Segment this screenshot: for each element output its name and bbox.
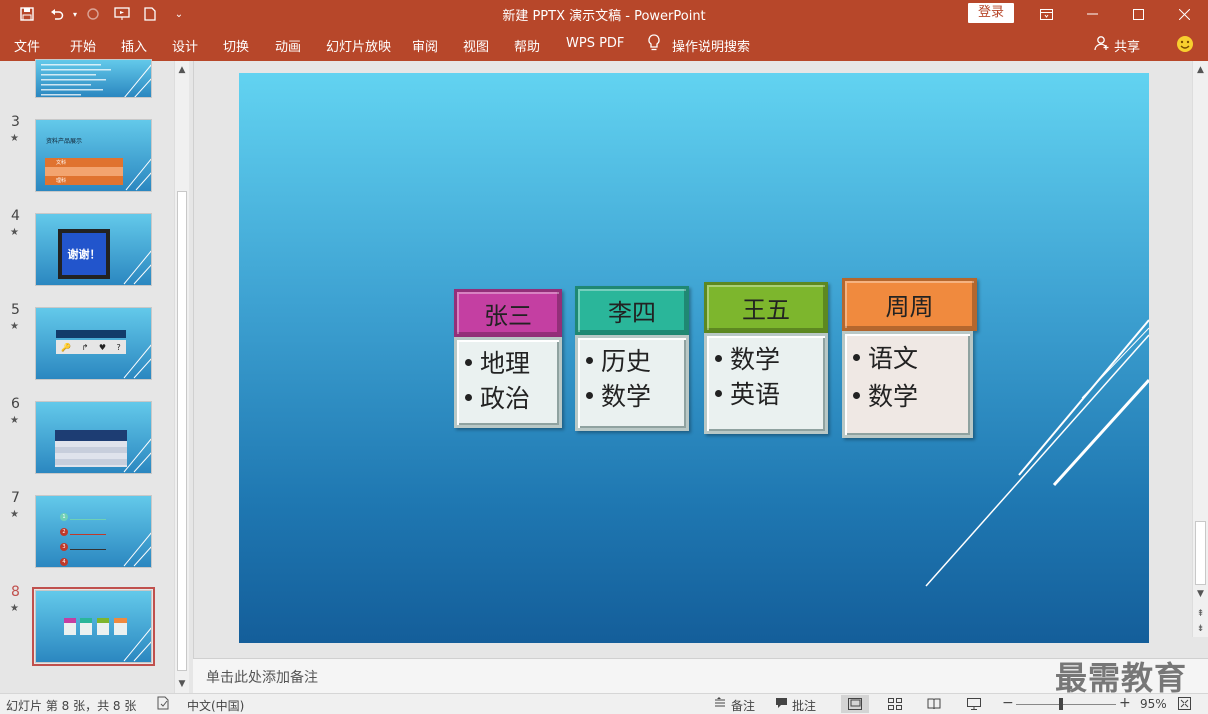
slide-sorter-view-icon[interactable] — [881, 695, 909, 713]
smartart-item: 政治 — [465, 381, 559, 416]
tab-help[interactable]: 帮助 — [514, 36, 540, 55]
smiley-feedback-icon[interactable] — [1176, 35, 1194, 57]
tab-wps-pdf[interactable]: WPS PDF — [566, 36, 624, 51]
smartart-item: 地理 — [465, 346, 559, 381]
thumbnail-scrollbar[interactable]: ▲ ▼ — [174, 61, 189, 693]
slide-thumbnail-pane: 3 ★ 资料产品展示 文科 理科 4 ★ 谢谢！ 5 ★ 🔑 ↱ ♥ ? 6 ★ — [0, 59, 192, 693]
lightbulb-icon[interactable] — [647, 34, 661, 56]
slide-scroll-thumb[interactable] — [1195, 521, 1206, 585]
slide-number-6: 6 — [11, 396, 20, 412]
notes-placeholder[interactable]: 单击此处添加备注 — [206, 667, 318, 687]
share-button[interactable]: 共享 — [1114, 36, 1140, 55]
smartart-item: 数学 — [586, 379, 686, 414]
animation-star-icon: ★ — [10, 603, 19, 614]
ribbon-display-options-icon[interactable] — [1023, 0, 1069, 28]
smartart-item: 数学 — [853, 378, 970, 416]
smartart-header-3[interactable]: 王五 — [704, 282, 828, 333]
animation-star-icon: ★ — [10, 321, 19, 332]
animation-star-icon: ★ — [10, 415, 19, 426]
notes-pane[interactable]: 单击此处添加备注 最需教育 — [193, 658, 1208, 697]
slide-thumbnail-3[interactable]: 资料产品展示 文科 理科 — [35, 119, 152, 192]
tab-view[interactable]: 视图 — [463, 36, 489, 55]
zoom-out-button[interactable]: − — [1002, 695, 1014, 711]
tab-design[interactable]: 设计 — [172, 36, 198, 55]
slide-number-3: 3 — [11, 114, 20, 130]
slideshow-view-icon[interactable] — [960, 695, 988, 713]
decorative-lines — [925, 319, 1149, 587]
close-icon[interactable] — [1161, 0, 1207, 28]
normal-view-icon[interactable] — [841, 695, 869, 713]
new-file-icon[interactable] — [139, 4, 161, 24]
start-slideshow-icon[interactable] — [111, 4, 133, 24]
notes-icon[interactable] — [714, 697, 726, 712]
scroll-up-icon[interactable]: ▲ — [175, 63, 189, 77]
animation-star-icon: ★ — [10, 227, 19, 238]
smartart-item: 语文 — [853, 340, 970, 378]
maximize-icon[interactable] — [1115, 0, 1161, 28]
tab-insert[interactable]: 插入 — [121, 36, 147, 55]
smartart-header-2[interactable]: 李四 — [575, 286, 689, 335]
slide-thumbnail-4[interactable]: 谢谢！ — [35, 213, 152, 286]
slide-number-8: 8 — [11, 584, 20, 600]
slide-number-4: 4 — [11, 208, 20, 224]
comments-toggle-button[interactable]: 批注 — [792, 697, 816, 714]
zoom-slider[interactable] — [1016, 704, 1116, 705]
slide-thumbnail-2[interactable] — [35, 59, 152, 98]
next-slide-icon[interactable]: ⇟ — [1193, 622, 1208, 636]
tab-home[interactable]: 开始 — [70, 36, 96, 55]
notes-toggle-button[interactable]: 备注 — [731, 697, 755, 714]
tab-transitions[interactable]: 切换 — [223, 36, 249, 55]
minimize-icon[interactable] — [1069, 0, 1115, 28]
smartart-header-1[interactable]: 张三 — [454, 289, 562, 337]
slide-thumbnail-5[interactable]: 🔑 ↱ ♥ ? — [35, 307, 152, 380]
fit-to-window-icon[interactable] — [1178, 697, 1191, 713]
tell-me-search[interactable]: 操作说明搜索 — [672, 36, 750, 55]
ribbon-tabs: 文件 开始 插入 设计 切换 动画 幻灯片放映 审阅 视图 帮助 WPS PDF… — [0, 28, 1208, 61]
tab-file[interactable]: 文件 — [14, 36, 40, 55]
customize-toolbar-icon[interactable]: ⌄ — [168, 4, 190, 24]
language-indicator[interactable]: 中文(中国) — [187, 697, 244, 714]
comments-icon[interactable] — [775, 697, 788, 712]
scroll-down-icon[interactable]: ▼ — [1193, 587, 1208, 601]
scroll-up-icon[interactable]: ▲ — [1193, 63, 1208, 77]
tab-review[interactable]: 审阅 — [412, 36, 438, 55]
animation-star-icon: ★ — [10, 509, 19, 520]
slide-scrollbar[interactable]: ▲ ▼ ⇞ ⇟ — [1192, 61, 1208, 637]
smartart-body-4[interactable]: 语文 数学 — [842, 331, 973, 438]
slide-thumbnail-7[interactable]: 1 2 3 4 — [35, 495, 152, 568]
zoom-slider-thumb[interactable] — [1059, 698, 1063, 710]
animation-star-icon: ★ — [10, 133, 19, 144]
slide-thumbnail-6[interactable] — [35, 401, 152, 474]
smartart-item: 英语 — [715, 377, 825, 412]
share-icon[interactable] — [1094, 35, 1110, 55]
tab-animations[interactable]: 动画 — [275, 36, 301, 55]
smartart-body-1[interactable]: 地理 政治 — [454, 337, 562, 428]
accessibility-check-icon[interactable] — [156, 696, 170, 713]
zoom-level[interactable]: 95% — [1140, 697, 1167, 711]
title-bar: ▾ ⌄ 新建 PPTX 演示文稿 - PowerPoint 登录 — [0, 0, 1208, 28]
slide-number-5: 5 — [11, 302, 20, 318]
smartart-item: 历史 — [586, 344, 686, 379]
smartart-item: 数学 — [715, 342, 825, 377]
tab-slideshow[interactable]: 幻灯片放映 — [326, 36, 391, 55]
zoom-in-button[interactable]: + — [1119, 695, 1131, 711]
slide-number-7: 7 — [11, 490, 20, 506]
status-bar: 幻灯片 第 8 张，共 8 张 中文(中国) 备注 批注 − + 95% — [0, 693, 1208, 714]
reading-view-icon[interactable] — [920, 695, 948, 713]
smartart-header-4[interactable]: 周周 — [842, 278, 977, 331]
redo-icon[interactable] — [82, 4, 104, 24]
slide-counter: 幻灯片 第 8 张，共 8 张 — [6, 699, 137, 713]
smartart-body-3[interactable]: 数学 英语 — [704, 333, 828, 434]
scroll-down-icon[interactable]: ▼ — [175, 677, 189, 691]
save-icon[interactable] — [16, 4, 38, 24]
login-button[interactable]: 登录 — [968, 3, 1014, 23]
current-slide[interactable]: 张三 地理 政治 李四 历史 数学 王五 数学 英语 周周 语文 数学 — [239, 73, 1149, 643]
thumbnail-scroll-thumb[interactable] — [177, 191, 187, 671]
smartart-body-2[interactable]: 历史 数学 — [575, 335, 689, 431]
previous-slide-icon[interactable]: ⇞ — [1193, 607, 1208, 621]
slide-thumbnail-8[interactable] — [35, 590, 152, 663]
